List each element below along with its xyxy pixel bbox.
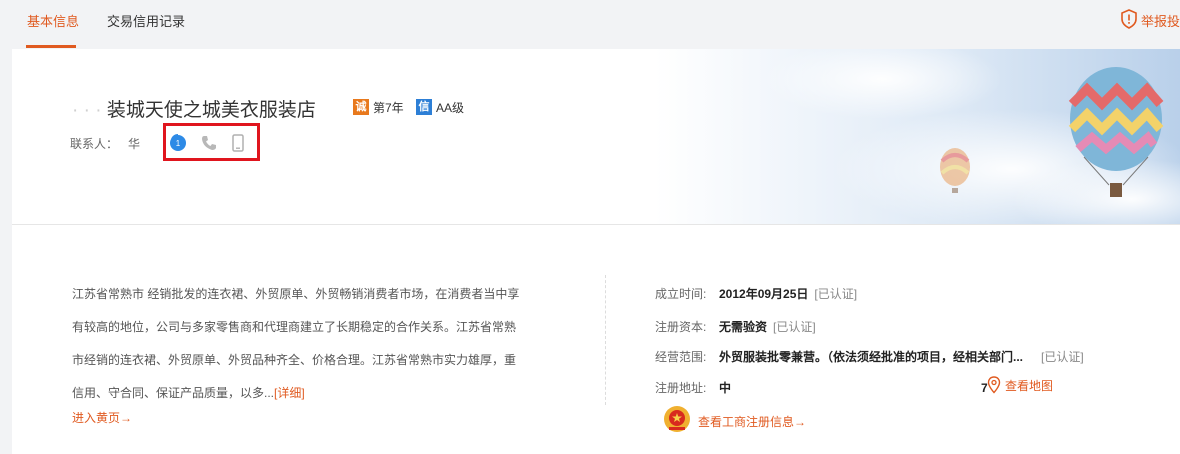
- map-pin-icon: [987, 376, 1001, 394]
- shop-name[interactable]: · · · 装城天使之城美衣服装店: [72, 95, 316, 122]
- view-map-label: 查看地图: [1005, 379, 1054, 393]
- company-description-text: 江苏省常熟市 经销批发的连衣裙、外贸原单、外贸畅销消费者市场，在消费者当中享有较…: [72, 287, 520, 400]
- established-label: 成立时间:: [655, 287, 707, 301]
- phone-icon[interactable]: [200, 134, 218, 152]
- report-button[interactable]: 举报投: [1120, 9, 1180, 29]
- credit-badge[interactable]: 信 AA级: [416, 98, 464, 116]
- svg-text:1: 1: [176, 139, 181, 148]
- shop-header-card: · · · 装城天使之城美衣服装店 诚 第7年 信 AA级 联系人： 华 1: [12, 49, 1180, 225]
- company-description: 江苏省常熟市 经销批发的连衣裙、外贸原单、外贸畅销消费者市场，在消费者当中享有较…: [72, 278, 522, 410]
- address-value: 中: [719, 381, 732, 395]
- address-label: 注册地址:: [655, 381, 707, 395]
- company-info-panel: 江苏省常熟市 经销批发的连衣裙、外贸原单、外贸畅销消费者市场，在消费者当中享有较…: [12, 225, 1180, 454]
- scope-verified-tag: [已认证]: [1041, 350, 1084, 364]
- scope-row: 经营范围: 外贸服装批零兼营。（依法须经批准的项目，经相关部门... [已认证]: [655, 348, 1084, 365]
- years-badge[interactable]: 诚 第7年: [353, 98, 404, 116]
- active-tab-indicator: [26, 45, 76, 48]
- capital-label: 注册资本:: [655, 320, 707, 334]
- tab-trade-credit-record[interactable]: 交易信用记录: [107, 11, 185, 30]
- established-value: 2012年09月25日: [719, 287, 809, 301]
- view-map-link[interactable]: 查看地图: [987, 376, 1053, 394]
- established-verified-tag: [已认证]: [814, 287, 858, 301]
- contact-name: 华: [128, 137, 141, 151]
- contact-label: 联系人：: [70, 137, 119, 151]
- tab-basic-info[interactable]: 基本信息: [27, 11, 79, 30]
- shop-name-text: 装城天使之城美衣服装店: [106, 100, 316, 121]
- enter-yellow-pages-link[interactable]: 进入黄页→: [72, 409, 132, 426]
- top-tab-bar: 基本信息 交易信用记录 举报投: [0, 0, 1180, 48]
- mobile-icon[interactable]: [229, 134, 247, 152]
- report-label: 举报投: [1141, 14, 1180, 29]
- capital-row: 注册资本: 无需验资 [已认证]: [655, 318, 816, 335]
- divider: [605, 275, 606, 405]
- description-more-link[interactable]: [详细]: [274, 386, 305, 400]
- years-badge-label: 第7年: [373, 100, 404, 115]
- wangwang-chat-icon[interactable]: 1: [169, 134, 187, 152]
- capital-value: 无需验资: [719, 320, 768, 334]
- report-shield-icon: [1121, 9, 1137, 29]
- address-row: 注册地址: 中 7: [655, 379, 988, 396]
- xin-badge-icon: 信: [416, 99, 432, 115]
- scope-label: 经营范围:: [655, 350, 707, 364]
- established-row: 成立时间: 2012年09月25日 [已认证]: [655, 285, 857, 302]
- credit-badge-label: AA级: [436, 100, 465, 115]
- cheng-badge-icon: 诚: [353, 99, 369, 115]
- national-emblem-icon: [664, 406, 690, 432]
- capital-verified-tag: [已认证]: [773, 320, 816, 334]
- business-registration-label: 查看工商注册信息→: [698, 415, 807, 429]
- shop-name-masked: · · ·: [72, 100, 102, 121]
- scope-value: 外贸服装批零兼营。（依法须经批准的项目，经相关部门...: [719, 350, 1024, 364]
